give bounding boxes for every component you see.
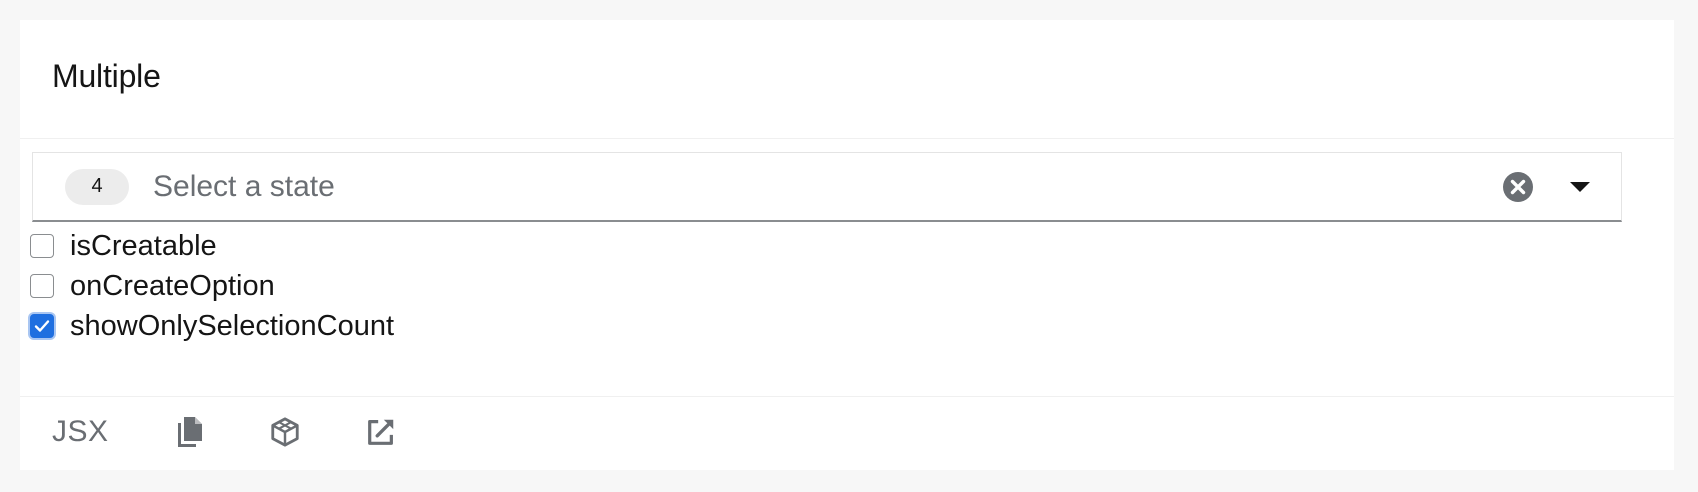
codesandbox-button[interactable] (269, 414, 301, 450)
card-header: Multiple (20, 20, 1674, 139)
option-oncreateoption[interactable]: onCreateOption (30, 266, 394, 306)
checkbox-showonlyselectioncount[interactable] (30, 314, 54, 338)
code-toolbar: JSX (52, 408, 461, 456)
option-label: showOnlySelectionCount (70, 309, 395, 342)
jsx-toggle-button[interactable]: JSX (52, 415, 109, 449)
card-title: Multiple (52, 58, 161, 94)
selection-count-badge: 4 (65, 168, 129, 205)
checkbox-iscreatable[interactable] (30, 234, 54, 258)
open-external-button[interactable] (365, 414, 397, 450)
option-label: onCreateOption (70, 269, 275, 302)
clear-circle-icon (1503, 171, 1533, 202)
codesandbox-icon (270, 417, 299, 447)
select-toggle-button[interactable] (1563, 170, 1597, 204)
copy-button[interactable] (173, 414, 205, 450)
typeahead-select[interactable]: 4 (32, 152, 1622, 222)
option-showonlyselectioncount[interactable]: showOnlySelectionCount (30, 306, 394, 346)
caret-down-icon (1570, 181, 1590, 192)
select-input[interactable] (151, 168, 1355, 205)
external-link-icon (367, 419, 393, 445)
option-label: isCreatable (70, 229, 217, 262)
checkbox-oncreateoption[interactable] (30, 274, 54, 298)
copy-icon (177, 417, 202, 447)
option-iscreatable[interactable]: isCreatable (30, 226, 394, 266)
checkmark-icon (34, 320, 50, 332)
footer-divider (20, 396, 1674, 397)
clear-button[interactable] (1501, 170, 1535, 204)
options-checklist: isCreatable onCreateOption showOnlySelec… (30, 226, 394, 346)
